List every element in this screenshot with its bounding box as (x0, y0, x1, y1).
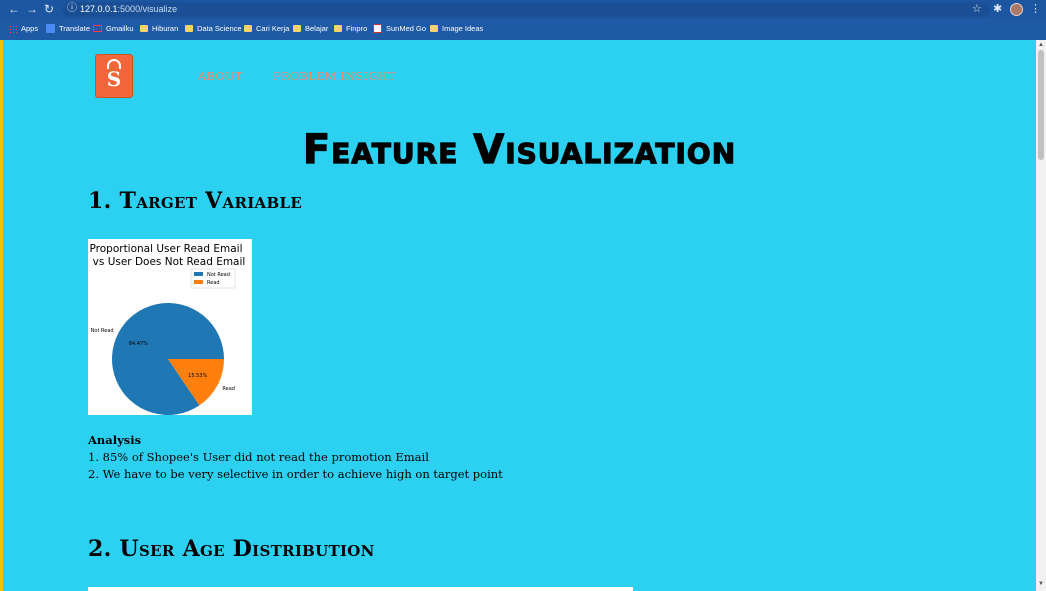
legend-swatch (194, 272, 203, 276)
folder-icon (334, 25, 342, 32)
info-icon[interactable]: ⓘ (67, 3, 79, 15)
logo-letter: S (106, 67, 122, 91)
legend-swatch (194, 280, 203, 284)
menu-icon[interactable]: ⋮ (1030, 2, 1041, 15)
shopee-logo[interactable]: S (95, 54, 133, 98)
section-title-target-variable: 1. Target Variable (88, 188, 303, 214)
bookmark-cari-kerja[interactable]: Cari Kerja (244, 22, 289, 35)
folder-icon (293, 25, 301, 32)
pie-category-label: Not Read (91, 328, 114, 334)
legend-label: Read (207, 280, 220, 286)
gmail-icon (93, 25, 102, 32)
scroll-thumb[interactable] (1038, 50, 1044, 160)
page-title: Feature Visualization (302, 126, 737, 173)
bookmarks-bar: Apps Translate Gmailku Hiburan Data Scie… (0, 19, 1046, 38)
folder-icon (140, 25, 148, 32)
forward-icon[interactable]: → (24, 2, 40, 17)
profile-avatar[interactable] (1010, 3, 1023, 16)
bookmark-gmailku[interactable]: Gmailku (93, 22, 134, 35)
pie-category-label: Read (222, 386, 235, 392)
scroll-down-icon[interactable]: ▼ (1037, 580, 1045, 588)
translate-icon (46, 24, 55, 33)
bookmark-image-ideas[interactable]: Image Ideas (430, 22, 483, 35)
bookmark-hiburan[interactable]: Hiburan (140, 22, 178, 35)
bookmark-translate[interactable]: Translate (46, 22, 90, 35)
analysis-item: 2. We have to be very selective in order… (88, 467, 503, 481)
page-scrollbar[interactable]: ▲ ▼ (1036, 40, 1046, 591)
chart-title-line2: vs User Does Not Read Email (93, 256, 246, 268)
pie-chart: Proportional User Read Email vs User Doe… (90, 243, 246, 415)
section-title-user-age-distribution: 2. User Age Distribution (88, 536, 375, 562)
bookmark-star-icon[interactable]: ☆ (972, 2, 982, 15)
back-icon[interactable]: ← (6, 2, 22, 17)
url-text: 127.0.0.1:5000/visualize (80, 4, 178, 14)
sunmed-icon (373, 24, 382, 33)
page-content: S ABOUT PROBLEM INSIGHT Feature Visualiz… (3, 40, 1036, 591)
folder-icon (185, 25, 193, 32)
chart-title-line1: Proportional User Read Email (90, 243, 243, 255)
bookmark-data-science[interactable]: Data Science (185, 22, 242, 35)
nav-about-link[interactable]: ABOUT (198, 69, 243, 83)
age-chart-card (88, 587, 633, 591)
bookmark-finpro[interactable]: Finpro (334, 22, 367, 35)
bookmark-apps[interactable]: Apps (9, 22, 38, 35)
bookmark-belajar[interactable]: Belajar (293, 22, 328, 35)
pie-chart-card: Proportional User Read Email vs User Doe… (88, 239, 252, 415)
folder-icon (430, 25, 438, 32)
url-bar[interactable]: ⓘ 127.0.0.1:5000/visualize (62, 2, 990, 17)
extensions-icon[interactable]: ✱ (993, 2, 1002, 15)
reload-icon[interactable]: ↻ (41, 2, 57, 17)
pie-value-label: 84.47% (129, 341, 148, 347)
bookmark-sunmed-go[interactable]: SunMed Go (373, 22, 426, 35)
chart-legend: Not Read Read (190, 268, 236, 289)
address-bar-row: ← → ↻ ⓘ 127.0.0.1:5000/visualize ☆ ✱ ⋮ (0, 0, 1046, 19)
analysis-block: Analysis 1. 85% of Shopee's User did not… (88, 432, 503, 483)
pie-value-label: 15.53% (188, 373, 207, 379)
nav-problem-insight-link[interactable]: PROBLEM INSIGHT (273, 69, 396, 83)
folder-icon (244, 25, 252, 32)
analysis-item: 1. 85% of Shopee's User did not read the… (88, 450, 429, 464)
analysis-heading: Analysis (88, 433, 142, 447)
apps-icon (9, 24, 17, 33)
legend-label: Not Read (207, 272, 230, 278)
browser-chrome: ← → ↻ ⓘ 127.0.0.1:5000/visualize ☆ ✱ ⋮ A… (0, 0, 1046, 40)
scroll-up-icon[interactable]: ▲ (1037, 41, 1045, 49)
